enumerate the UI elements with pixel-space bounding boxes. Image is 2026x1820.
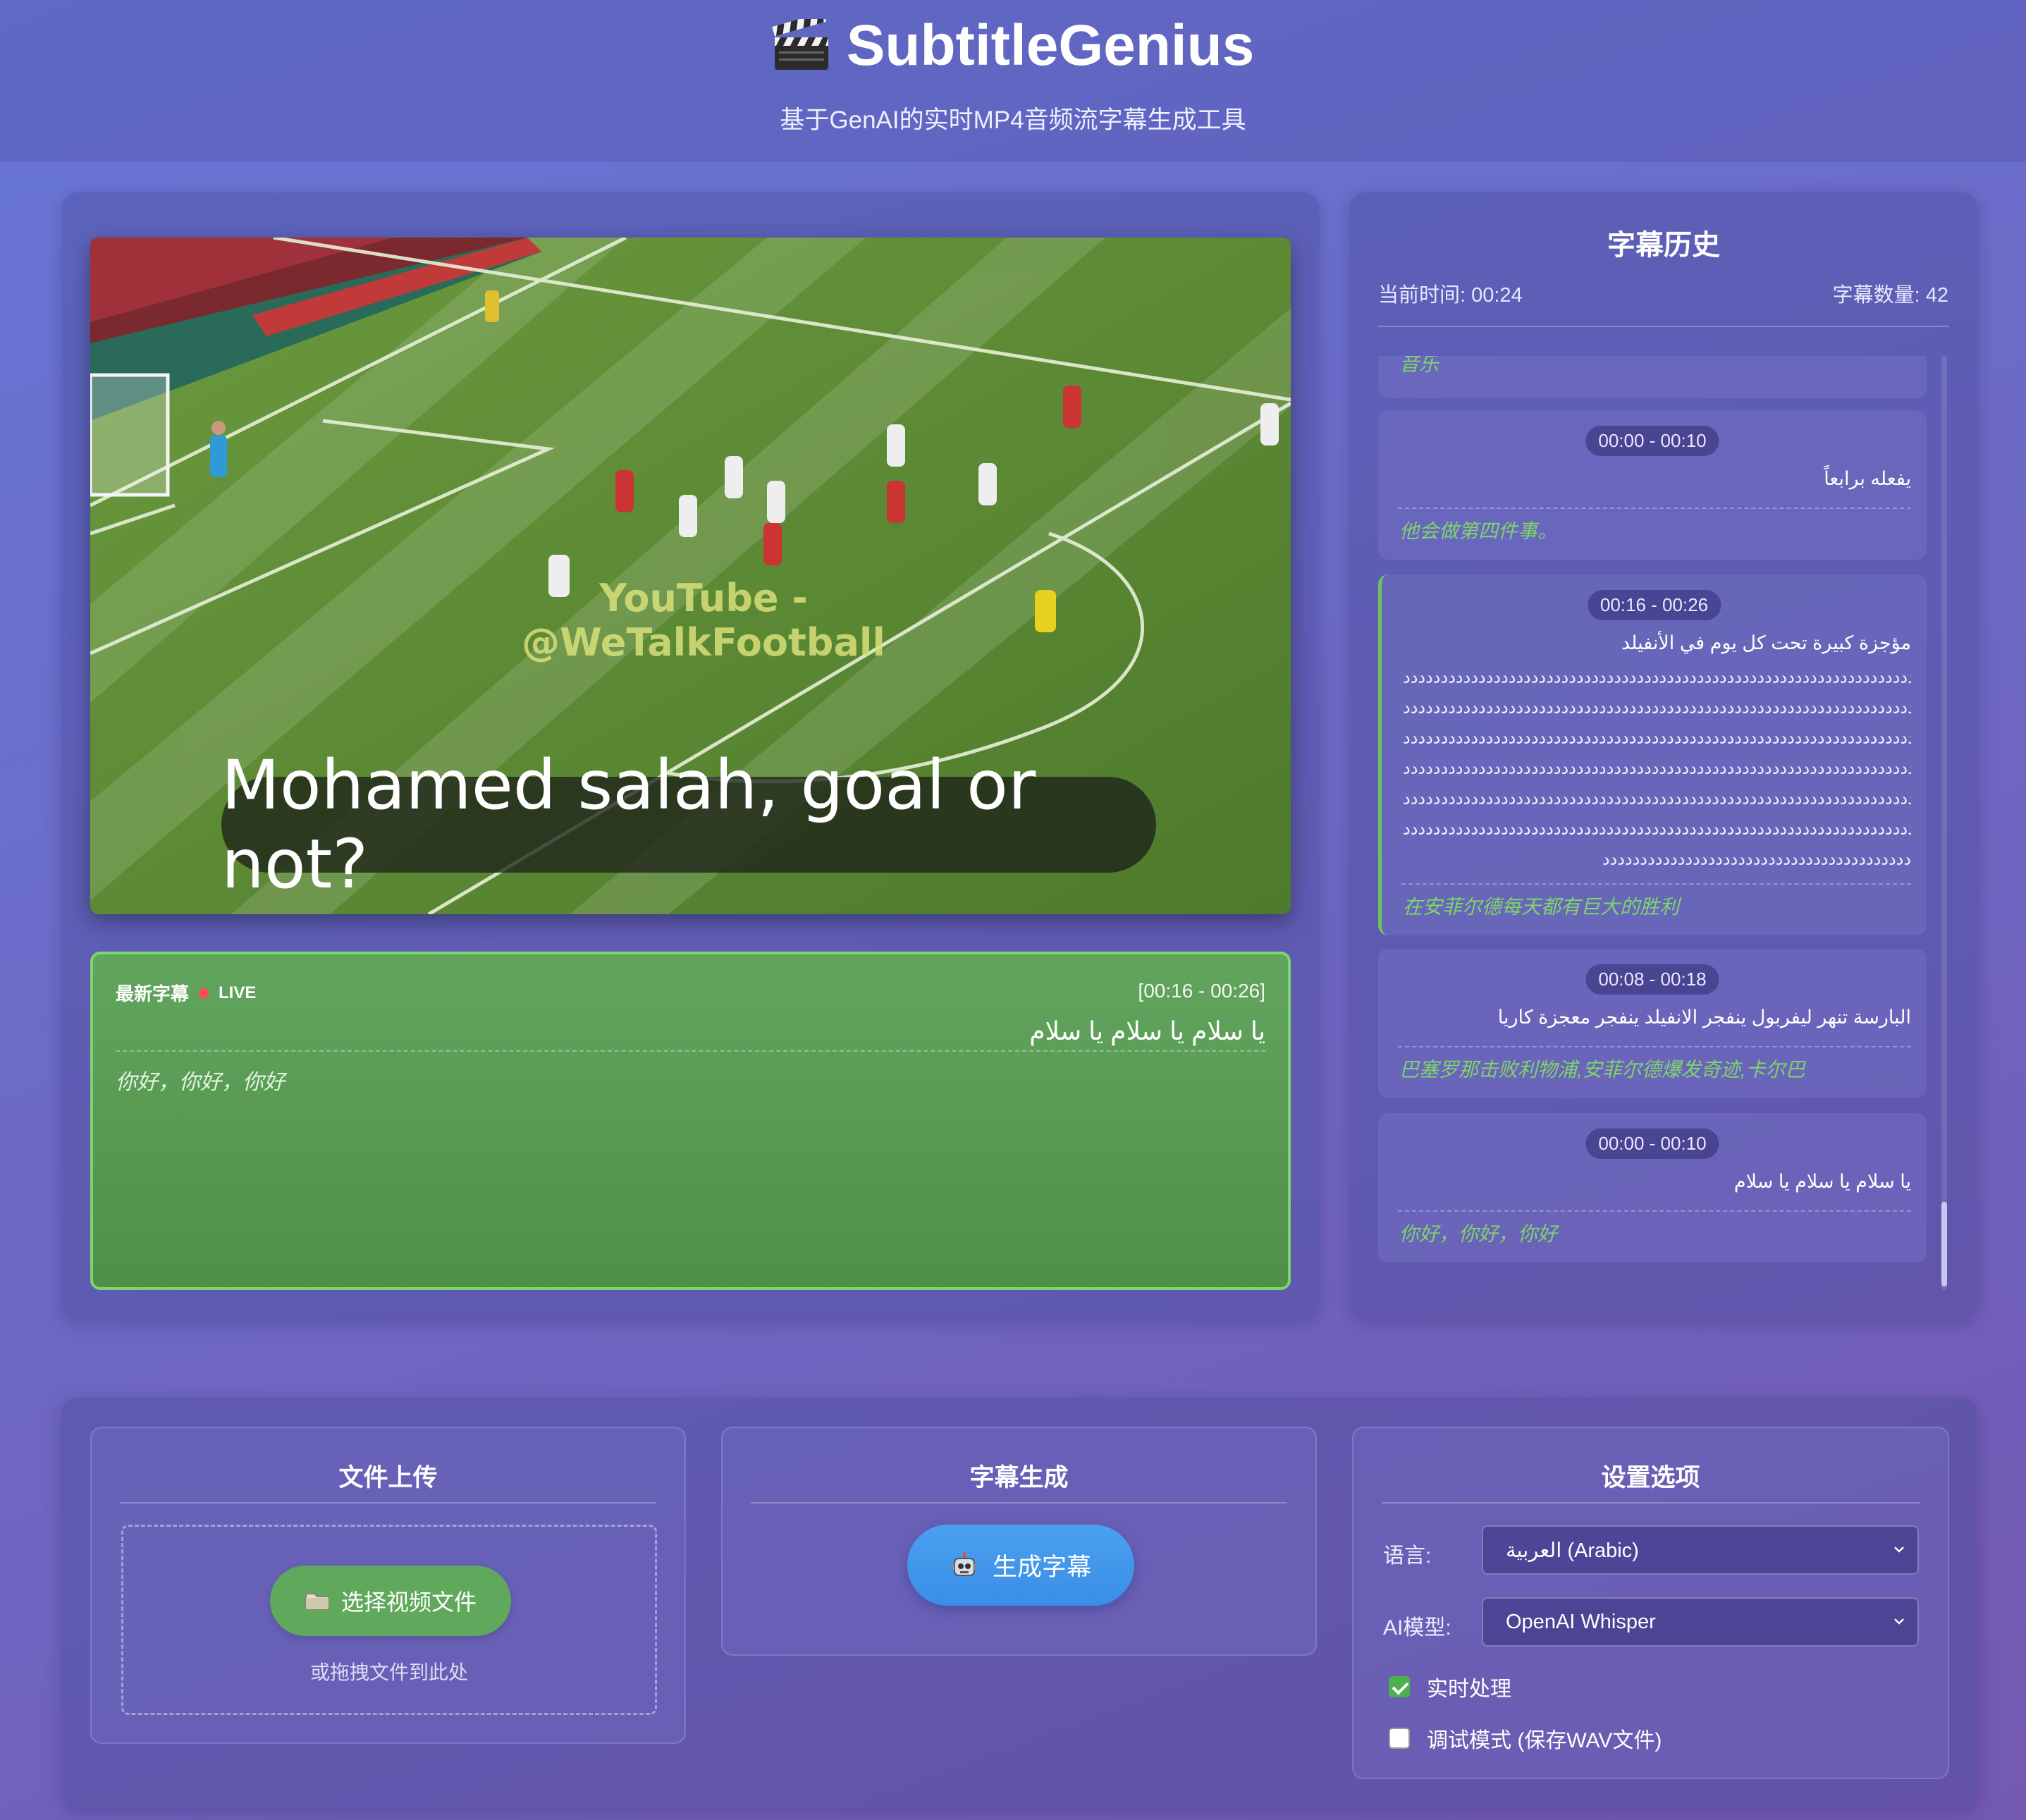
video-watermark: YouTube - @WeTalkFootball bbox=[522, 576, 885, 665]
debug-checkbox[interactable] bbox=[1389, 1728, 1410, 1749]
realtime-label: 实时处理 bbox=[1427, 1678, 1511, 1701]
history-item-time: 00:08 - 00:18 bbox=[1585, 964, 1719, 995]
language-select[interactable]: العربية (Arabic) bbox=[1482, 1525, 1919, 1575]
live-badge: LIVE bbox=[219, 983, 257, 1002]
upload-title: 文件上传 bbox=[338, 1464, 438, 1492]
live-dot-icon bbox=[199, 988, 209, 998]
history-item-chinese: 音乐 bbox=[1399, 356, 1439, 375]
settings-title: 设置选项 bbox=[1601, 1464, 1700, 1492]
generate-title: 字幕生成 bbox=[969, 1464, 1069, 1492]
history-item[interactable]: 00:08 - 00:18 البارسة تنهر ليفربول ينفجر… bbox=[1378, 949, 1927, 1098]
video-caption-overlay: Mohamed salah, goal or not? bbox=[221, 746, 1156, 904]
history-item-time: 00:16 - 00:26 bbox=[1587, 590, 1721, 620]
app-title: SubtitleGenius bbox=[0, 13, 2026, 79]
drop-hint: 或拖拽文件到此处 bbox=[309, 1661, 468, 1683]
debug-label: 调试模式 (保存WAV文件) bbox=[1427, 1729, 1662, 1752]
generate-card: 字幕生成 生成字幕 bbox=[721, 1427, 1317, 1656]
history-item-chinese: 你好，你好，你好 bbox=[1399, 1223, 1558, 1245]
history-item-chinese: 他会做第四件事。 bbox=[1399, 520, 1558, 542]
history-item-chinese: 巴塞罗那击败利物浦,安菲尔德爆发奇迹,卡尔巴 bbox=[1399, 1059, 1805, 1081]
model-select[interactable]: OpenAI Whisper bbox=[1482, 1597, 1919, 1647]
history-item[interactable]: 00:00 - 00:10 يفعله برابعاً 他会做第四件事。 bbox=[1378, 410, 1927, 560]
robot-icon bbox=[951, 1551, 977, 1576]
history-scrollbar[interactable] bbox=[1941, 356, 1947, 1290]
history-item-repeat-line: دددددددددددددددددددددددددددددددددددددددد… bbox=[1403, 820, 1911, 839]
model-select-value: OpenAI Whisper bbox=[1506, 1610, 1656, 1633]
generate-divider bbox=[751, 1502, 1287, 1504]
history-item-repeat-line: دددددددددددددددددددددددددددددددددددددددد… bbox=[1403, 729, 1911, 748]
file-dropzone[interactable]: 选择视频文件 或拖拽文件到此处 bbox=[121, 1525, 657, 1715]
history-item-active[interactable]: 00:16 - 00:26 مؤجزة كبيرة تحت كل يوم في … bbox=[1378, 574, 1927, 935]
history-item-arabic: يفعله برابعاً bbox=[1824, 468, 1911, 489]
app-title-text: SubtitleGenius bbox=[846, 13, 1255, 78]
history-divider bbox=[1378, 326, 1949, 327]
history-item-repeat-line: دددددددددددددددددددددددددددددددددددددددد… bbox=[1403, 699, 1911, 718]
clapperboard-icon bbox=[771, 19, 828, 70]
settings-divider bbox=[1382, 1502, 1920, 1504]
latest-subtitle-card: 最新字幕 LIVE [00:16 - 00:26] يا سلام يا سلا… bbox=[90, 952, 1291, 1290]
upload-card: 文件上传 选择视频文件 或拖拽文件到此处 bbox=[90, 1427, 686, 1744]
realtime-checkbox[interactable] bbox=[1389, 1676, 1410, 1697]
video-caption-text: Mohamed salah, goal or not? bbox=[221, 746, 1036, 904]
history-item[interactable]: 00:00 - 00:10 يا سلام يا سلام يا سلام 你好… bbox=[1378, 1113, 1927, 1262]
history-item-divider bbox=[1398, 508, 1911, 509]
history-item[interactable]: 音乐 bbox=[1378, 356, 1927, 398]
history-item-repeat-line: دددددددددددددددددددددددددددددددددددددددد… bbox=[1403, 789, 1911, 808]
history-item-chinese: 在安菲尔德每天都有巨大的胜利 bbox=[1403, 896, 1680, 918]
history-item-arabic: مؤجزة كبيرة تحت كل يوم في الأنفيلد bbox=[1621, 632, 1911, 653]
history-item-repeat-line: دددددددددددددددددددددددددددددددددددددددد… bbox=[1403, 668, 1911, 687]
history-title: 字幕历史 bbox=[1607, 230, 1720, 261]
folder-icon bbox=[305, 1593, 329, 1610]
history-item-arabic: البارسة تنهر ليفربول ينفجر الانفيلد ينفج… bbox=[1497, 1007, 1911, 1028]
latest-subtitle-divider bbox=[116, 1050, 1265, 1052]
history-scrollbar-thumb[interactable] bbox=[1941, 1202, 1947, 1286]
latest-subtitle-arabic: يا سلام يا سلام يا سلام bbox=[1029, 1016, 1265, 1045]
video-player[interactable]: YouTube - @WeTalkFootball Mohamed salah,… bbox=[90, 238, 1291, 914]
upload-divider bbox=[120, 1502, 656, 1504]
select-video-label: 选择视频文件 bbox=[340, 1590, 477, 1615]
history-item-divider bbox=[1401, 883, 1911, 885]
settings-card: 设置选项 语言: العربية (Arabic) AI模型: OpenAI W… bbox=[1352, 1427, 1949, 1779]
current-time: 当前时间: 00:24 bbox=[1378, 284, 1523, 307]
chevron-down-icon bbox=[1894, 1618, 1904, 1625]
app-subtitle: 基于GenAI的实时MP4音频流字幕生成工具 bbox=[780, 106, 1246, 134]
app-header: SubtitleGenius 基于GenAI的实时MP4音频流字幕生成工具 bbox=[0, 0, 2026, 162]
language-label: 语言: bbox=[1383, 1544, 1432, 1568]
generate-subtitles-label: 生成字幕 bbox=[992, 1554, 1091, 1581]
history-item-time: 00:00 - 00:10 bbox=[1585, 1129, 1719, 1159]
debug-option[interactable]: 调试模式 (保存WAV文件) bbox=[1389, 1723, 1662, 1754]
history-item-divider bbox=[1398, 1210, 1911, 1212]
history-list[interactable]: 音乐 00:00 - 00:10 يفعله برابعاً 他会做第四件事。 … bbox=[1378, 356, 1928, 1272]
latest-subtitle-header: 最新字幕 LIVE bbox=[116, 980, 256, 1006]
language-select-value: العربية (Arabic) bbox=[1506, 1539, 1639, 1562]
history-item-arabic: يا سلام يا سلام يا سلام bbox=[1733, 1171, 1911, 1192]
history-item-repeat-line: دددددددددددددددددددددددددددددددددددددددد… bbox=[1403, 759, 1911, 778]
select-video-button[interactable]: 选择视频文件 bbox=[270, 1566, 511, 1636]
latest-subtitle-label: 最新字幕 bbox=[116, 983, 190, 1004]
history-item-time: 00:00 - 00:10 bbox=[1585, 426, 1719, 456]
history-item-repeat-line: دددددددددددددددددددددددددددددددددددددددد… bbox=[1602, 850, 1911, 869]
realtime-option[interactable]: 实时处理 bbox=[1389, 1671, 1511, 1702]
generate-subtitles-button[interactable]: 生成字幕 bbox=[907, 1525, 1134, 1606]
history-item-divider bbox=[1398, 1046, 1911, 1047]
latest-subtitle-time: [00:16 - 00:26] bbox=[1138, 980, 1265, 1002]
model-label: AI模型: bbox=[1383, 1616, 1451, 1640]
latest-subtitle-chinese: 你好，你好，你好 bbox=[116, 1071, 285, 1094]
chevron-down-icon bbox=[1894, 1547, 1904, 1553]
subtitle-count: 字幕数量: 42 bbox=[1832, 284, 1948, 307]
